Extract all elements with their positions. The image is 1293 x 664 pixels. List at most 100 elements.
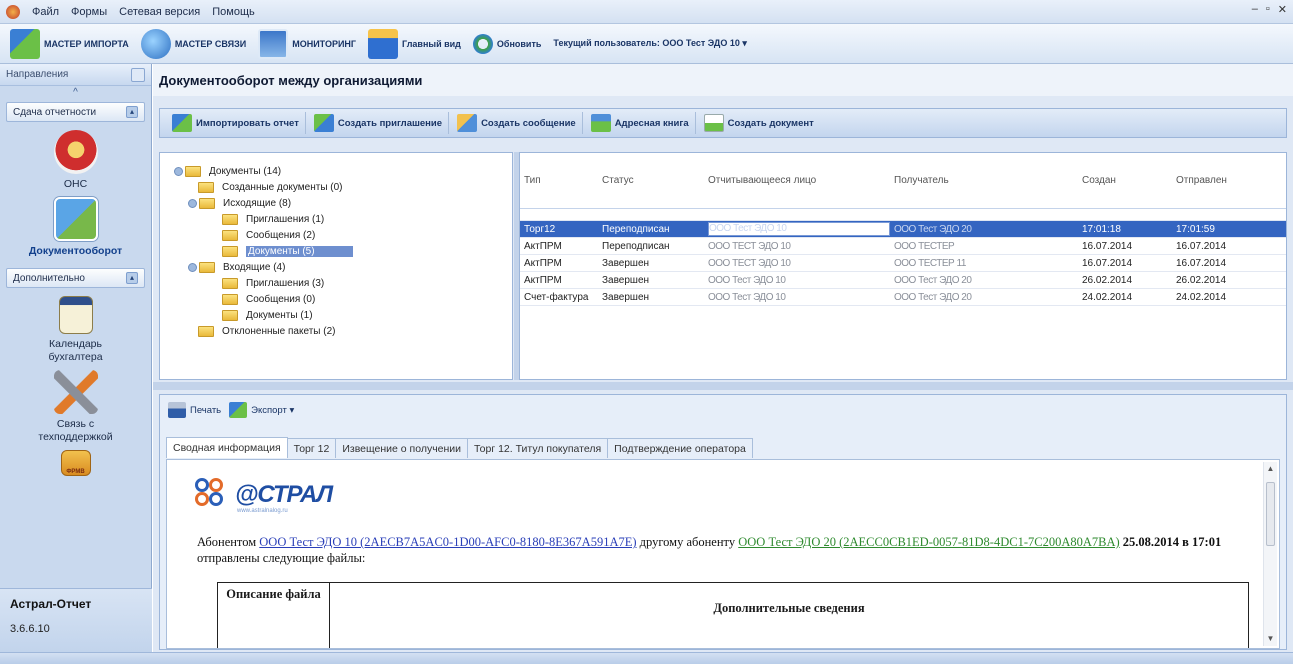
cell-created: 16.07.2014	[1082, 257, 1133, 269]
scroll-up-icon[interactable]: ▲	[1264, 462, 1277, 476]
tree-node-created[interactable]: Созданные документы (0)	[198, 179, 353, 195]
import-report-button[interactable]: Импортировать отчет	[166, 112, 306, 134]
tree-node-out-invites[interactable]: Приглашения (1)	[222, 211, 353, 227]
folder-icon	[222, 277, 238, 289]
collapse-node-icon[interactable]	[188, 262, 197, 272]
link-wizard-label: МАСТЕР СВЯЗИ	[174, 38, 247, 49]
tab-operator-confirmation[interactable]: Подтверждение оператора	[607, 438, 753, 458]
calendar-icon	[58, 296, 93, 334]
docflow-icon	[53, 197, 98, 241]
create-message-button[interactable]: Создать сообщение	[451, 112, 583, 134]
grid-filter-row[interactable]	[520, 209, 1286, 221]
tree-node-in-documents[interactable]: Документы (1)	[222, 307, 353, 323]
folder-icon	[222, 293, 238, 305]
tab-torg12-buyer-title[interactable]: Торг 12. Титул покупателя	[467, 438, 609, 458]
main-view-label: Главный вид	[402, 38, 461, 49]
refresh-button[interactable]: Обновить	[469, 28, 546, 60]
table-row[interactable]: АктПРМ Завершен ООО ТЕСТ ЭДО 10 ООО ТЕСТ…	[520, 255, 1286, 272]
sidebar-item-fpms[interactable]: ФРМВ	[0, 444, 151, 476]
scrollbar-thumb[interactable]	[1266, 482, 1275, 546]
link-wizard-button[interactable]: МАСТЕР СВЯЗИ	[137, 28, 250, 60]
cell-recipient: ООО ТЕСТЕР 11	[894, 257, 966, 269]
import-report-icon	[172, 114, 192, 132]
action-bar: Импортировать отчет Создать приглашение …	[159, 108, 1287, 138]
group-reporting[interactable]: Сдача отчетности ▴	[6, 102, 145, 122]
chevron-up-icon: ▴	[126, 106, 138, 118]
sidebar-item-docflow[interactable]: Документооборот	[0, 191, 151, 258]
column-header-type[interactable]: Тип	[520, 175, 598, 186]
sidebar-item-ons[interactable]: ОНС	[0, 124, 151, 191]
main-view-button[interactable]: Главный вид	[364, 28, 465, 60]
vertical-scrollbar[interactable]: ▲ ▼	[1263, 462, 1277, 646]
column-header-recipient[interactable]: Получатель	[890, 175, 1078, 186]
maximize-button[interactable]: ▫	[1266, 3, 1270, 16]
export-dropdown[interactable]: Экспорт ▾	[229, 402, 294, 418]
cell-recipient: ООО ТЕСТЕР	[894, 240, 955, 252]
collapse-node-icon[interactable]	[174, 166, 183, 176]
cell-reporter: ООО Тест ЭДО 10	[708, 274, 786, 286]
documents-grid: Тип Статус Отчитывающееся лицо Получател…	[519, 152, 1287, 380]
column-header-status[interactable]: Статус	[598, 175, 704, 186]
table-row[interactable]: АктПРМ Переподписан ООО ТЕСТ ЭДО 10 ООО …	[520, 238, 1286, 255]
astral-logo-icon	[195, 478, 229, 512]
table-row[interactable]: Торг12 Переподписан ООО Тест ЭДО 10 ООО …	[520, 221, 1286, 238]
details-panel: Печать Экспорт ▾ Сводная информация Торг…	[159, 394, 1287, 650]
print-label: Печать	[190, 404, 222, 416]
main-toolbar: МАСТЕР ИМПОРТА МАСТЕР СВЯЗИ МОНИТОРИНГ Г…	[0, 24, 1293, 64]
table-row[interactable]: Счет-фактура Завершен ООО Тест ЭДО 10 ОО…	[520, 289, 1286, 306]
cell-reporter: ООО ТЕСТ ЭДО 10	[708, 257, 791, 269]
astral-logo-word: @СТРАЛ	[235, 481, 333, 508]
sidebar-scroll-up-icon[interactable]: ^	[0, 86, 151, 100]
export-icon	[229, 402, 248, 418]
scroll-down-icon[interactable]: ▼	[1264, 632, 1277, 646]
tree-node-in-messages[interactable]: Сообщения (0)	[222, 291, 353, 307]
menu-network-version[interactable]: Сетевая версия	[113, 6, 206, 18]
menu-file[interactable]: Файл	[26, 6, 65, 18]
tab-receipt-notice[interactable]: Извещение о получении	[335, 438, 469, 458]
group-reporting-label: Сдача отчетности	[13, 106, 97, 118]
address-book-button[interactable]: Адресная книга	[585, 112, 696, 134]
tab-torg12[interactable]: Торг 12	[286, 438, 337, 458]
sidebar: Направления ^ Сдача отчетности ▴ ОНС Док…	[0, 64, 152, 652]
tree-node-outgoing[interactable]: Исходящие (8)	[188, 195, 353, 211]
folder-icon	[199, 197, 215, 209]
menu-forms[interactable]: Формы	[65, 6, 113, 18]
current-user-dropdown[interactable]: Текущий пользователь: ООО Тест ЭДО 10 ▾	[553, 38, 746, 49]
create-document-button[interactable]: Создать документ	[698, 112, 820, 134]
column-header-sent[interactable]: Отправлен	[1172, 175, 1272, 186]
tree-node-incoming[interactable]: Входящие (4)	[188, 259, 353, 275]
table-row[interactable]: АктПРМ Завершен ООО Тест ЭДО 10 ООО Тест…	[520, 272, 1286, 289]
column-header-created[interactable]: Создан	[1078, 175, 1172, 186]
collapse-sidebar-button[interactable]	[131, 67, 145, 82]
send-date: 25.08.2014 в 17:01	[1122, 535, 1222, 549]
sidebar-item-support[interactable]: Связь с техподдержкой	[0, 364, 151, 444]
create-invite-icon	[313, 114, 334, 132]
receiver-link[interactable]: ООО Тест ЭДО 20 (2AECC0CB1ED-0057-81D8-4…	[738, 535, 1119, 549]
sender-link[interactable]: ООО Тест ЭДО 10 (2AECB7A5AC0-1D00-AFC0-8…	[259, 535, 636, 549]
collapse-node-icon[interactable]	[188, 198, 197, 208]
horizontal-splitter[interactable]	[153, 382, 1293, 390]
import-wizard-label: МАСТЕР ИМПОРТА	[44, 38, 129, 49]
import-wizard-button[interactable]: МАСТЕР ИМПОРТА	[6, 28, 133, 60]
tree-node-label: Документы (14)	[209, 165, 282, 177]
sidebar-item-calendar[interactable]: Календарь бухгалтера	[0, 290, 151, 364]
column-header-reporter[interactable]: Отчитывающееся лицо	[704, 175, 890, 186]
menu-help[interactable]: Помощь	[206, 6, 261, 18]
cell-status: Переподписан	[602, 223, 670, 235]
tree-node-rejected[interactable]: Отклоненные пакеты (2)	[198, 323, 353, 339]
minimize-button[interactable]: ‒	[1252, 3, 1258, 16]
create-invite-button[interactable]: Создать приглашение	[308, 112, 450, 134]
app-info: Астрал-Отчет 3.6.6.10	[0, 588, 152, 652]
close-button[interactable]: ✕	[1278, 3, 1287, 16]
cell-reporter[interactable]: ООО Тест ЭДО 10	[708, 222, 890, 236]
print-button[interactable]: Печать	[168, 402, 221, 418]
tree-node-out-documents[interactable]: Документы (5)	[222, 243, 353, 259]
tab-summary[interactable]: Сводная информация	[166, 437, 288, 458]
cell-recipient: ООО Тест ЭДО 20	[894, 223, 972, 235]
para-suffix: отправлены следующие файлы:	[197, 551, 366, 565]
monitoring-button[interactable]: МОНИТОРИНГ	[254, 28, 360, 60]
tree-node-out-messages[interactable]: Сообщения (2)	[222, 227, 353, 243]
tree-node-documents[interactable]: Документы (14)	[174, 163, 353, 179]
group-additional[interactable]: Дополнительно ▴	[6, 268, 145, 288]
tree-node-in-invites[interactable]: Приглашения (3)	[222, 275, 353, 291]
